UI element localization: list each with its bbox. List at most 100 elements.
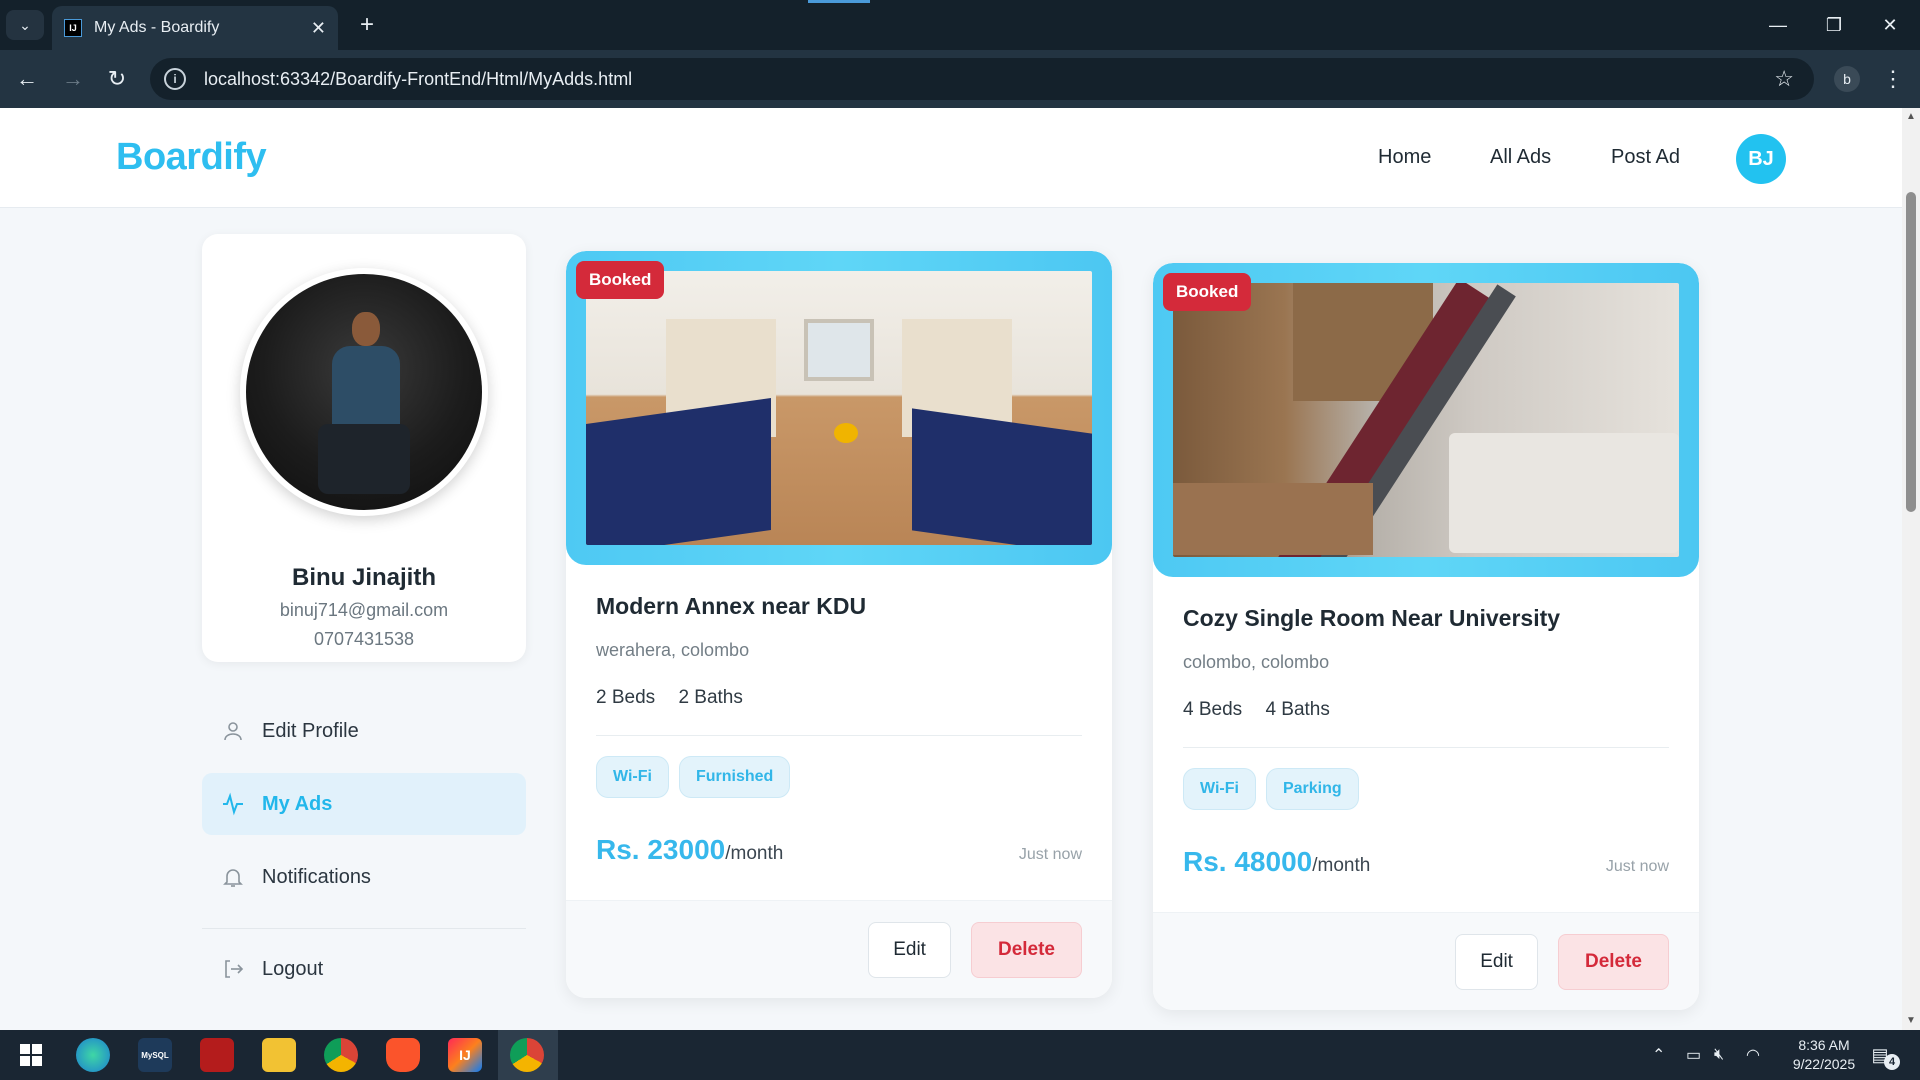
- nav-home-link[interactable]: Home: [1378, 146, 1431, 169]
- site-header: Boardify Home All Ads Post Ad BJ: [0, 108, 1902, 208]
- new-tab-plus-icon[interactable]: +: [352, 10, 382, 40]
- sidebar-item-edit-profile[interactable]: Edit Profile: [202, 700, 526, 762]
- delete-ad-button[interactable]: Delete: [1557, 933, 1669, 990]
- os-taskbar: MySQL IJ ⌃ ▭ 🔇︎ ◠ 8:36 AM 9/22/2025 ▤ 4: [0, 1030, 1920, 1080]
- tab-close-icon[interactable]: ✕: [311, 18, 326, 39]
- file-explorer-icon[interactable]: [262, 1038, 296, 1072]
- person-head: [352, 312, 380, 346]
- back-arrow-icon[interactable]: ←: [12, 64, 42, 94]
- room-window: [804, 319, 874, 381]
- chrome-profile-icon[interactable]: [510, 1038, 544, 1072]
- ad-body: Modern Annex near KDU werahera, colombo …: [566, 565, 1112, 866]
- taskbar-clock[interactable]: 8:36 AM 9/22/2025: [1776, 1036, 1872, 1074]
- ad-actions: Edit Delete: [1153, 912, 1699, 1010]
- ad-location: colombo, colombo: [1183, 652, 1330, 672]
- user-avatar[interactable]: BJ: [1736, 134, 1786, 184]
- logout-icon: [220, 956, 246, 982]
- ad-baths: 2 Baths: [678, 687, 743, 708]
- browser-menu-kebab-icon[interactable]: ⋮: [1880, 64, 1906, 94]
- sidebar-item-notifications[interactable]: Notifications: [202, 846, 526, 908]
- ad-price-row: Rs. 48000/month Just now: [1183, 846, 1669, 878]
- tab-search-chevron-down-icon[interactable]: ⌄: [6, 10, 44, 40]
- speaker-muted-icon[interactable]: 🔇︎: [1714, 1030, 1724, 1080]
- minimize-icon[interactable]: —: [1750, 0, 1806, 50]
- site-info-icon[interactable]: i: [164, 68, 186, 90]
- bell-icon: [220, 864, 246, 890]
- edge-browser-icon[interactable]: [76, 1038, 110, 1072]
- sidebar-item-logout[interactable]: Logout: [202, 938, 526, 1000]
- browser-tab-active[interactable]: IJ My Ads - Boardify ✕: [52, 6, 338, 50]
- nav-all-ads-link[interactable]: All Ads: [1490, 146, 1551, 169]
- user-icon: [220, 718, 246, 744]
- ad-card: Booked Cozy Single Room Near University …: [1153, 263, 1699, 1010]
- page-scrollbar[interactable]: ▲ ▼: [1902, 108, 1920, 1030]
- nav-post-ad-link[interactable]: Post Ad: [1611, 146, 1680, 169]
- ad-title[interactable]: Modern Annex near KDU: [596, 593, 1082, 620]
- brave-browser-icon[interactable]: [386, 1038, 420, 1072]
- room-bed: [1449, 433, 1679, 553]
- ad-divider: [1183, 747, 1669, 748]
- forward-arrow-icon[interactable]: →: [58, 64, 88, 94]
- clock-date: 9/22/2025: [1792, 1056, 1856, 1072]
- tray-chevron-up-icon[interactable]: ⌃: [1652, 1030, 1665, 1080]
- profile-phone: 0707431538: [313, 629, 415, 649]
- mysql-workbench-icon[interactable]: MySQL: [138, 1038, 172, 1072]
- room-desk: [1173, 483, 1373, 555]
- sidebar-item-label: Logout: [262, 957, 324, 980]
- profile-name: Binu Jinajith: [292, 564, 436, 591]
- intellij-idea-icon[interactable]: IJ: [448, 1038, 482, 1072]
- chrome-icon[interactable]: [324, 1038, 358, 1072]
- ad-tags: Wi-Fi Parking: [1183, 768, 1669, 810]
- ad-location: werahera, colombo: [596, 640, 750, 660]
- scrollbar-thumb[interactable]: [1906, 192, 1916, 512]
- wifi-icon[interactable]: ◠: [1746, 1030, 1760, 1080]
- windows-start-icon[interactable]: [14, 1038, 48, 1072]
- sidebar-item-label: Notifications: [262, 865, 371, 888]
- sidebar-item-label: Edit Profile: [262, 719, 359, 742]
- ad-image-room[interactable]: [586, 271, 1092, 545]
- ad-specs: 4 Beds 4 Baths: [1183, 699, 1669, 721]
- delete-ad-button[interactable]: Delete: [970, 921, 1082, 978]
- sidebar-item-my-ads[interactable]: My Ads: [202, 773, 526, 835]
- ad-price: Rs. 48000: [1183, 846, 1313, 877]
- ad-tags: Wi-Fi Furnished: [596, 756, 1082, 798]
- site-logo[interactable]: Boardify: [116, 136, 267, 179]
- notification-count-badge: 4: [1884, 1054, 1900, 1070]
- ad-image-frame: Booked: [566, 251, 1112, 565]
- edit-ad-button[interactable]: Edit: [868, 921, 951, 978]
- ad-card: Booked Modern Annex near KDU werahera, c…: [566, 251, 1112, 998]
- browser-titlebar: ⌄ IJ My Ads - Boardify ✕ + — ❐ ✕: [0, 0, 1920, 50]
- ad-beds: 2 Beds: [596, 687, 656, 708]
- ad-posted-time: Just now: [1605, 858, 1669, 875]
- sidebar-item-label: My Ads: [262, 792, 333, 815]
- battery-icon[interactable]: ▭: [1686, 1030, 1701, 1080]
- ad-image-room[interactable]: [1173, 283, 1679, 557]
- person-torso: [332, 346, 400, 432]
- ad-tag: Wi-Fi: [1183, 768, 1256, 810]
- ad-baths: 4 Baths: [1265, 699, 1330, 720]
- ad-price-period: /month: [1312, 855, 1371, 876]
- restore-icon[interactable]: ❐: [1806, 0, 1862, 50]
- scroll-down-arrow-icon[interactable]: ▼: [1905, 1014, 1917, 1026]
- url-text[interactable]: localhost:63342/Boardify-FrontEnd/Html/M…: [204, 69, 1774, 90]
- app-red-icon[interactable]: [200, 1038, 234, 1072]
- person-legs: [318, 424, 410, 494]
- tab-strip-indicator: [808, 0, 870, 3]
- ad-title[interactable]: Cozy Single Room Near University: [1183, 605, 1669, 632]
- scroll-up-arrow-icon[interactable]: ▲: [1905, 110, 1917, 122]
- clock-time: 8:36 AM: [1798, 1037, 1850, 1053]
- edit-ad-button[interactable]: Edit: [1455, 933, 1538, 990]
- profile-card: Binu Jinajith binuj714@gmail.com 0707431…: [202, 234, 526, 662]
- room-bed: [586, 397, 771, 545]
- ad-price-block: Rs. 23000/month: [596, 834, 783, 866]
- window-close-icon[interactable]: ✕: [1862, 0, 1918, 50]
- bookmark-star-icon[interactable]: ☆: [1774, 66, 1794, 92]
- reload-icon[interactable]: ↻: [102, 64, 132, 94]
- address-bar[interactable]: i localhost:63342/Boardify-FrontEnd/Html…: [150, 58, 1814, 100]
- ad-actions: Edit Delete: [566, 900, 1112, 998]
- ad-tag: Furnished: [678, 756, 791, 798]
- ad-price: Rs. 23000: [596, 834, 726, 865]
- browser-profile-avatar[interactable]: b: [1834, 66, 1860, 92]
- booked-badge: Booked: [1163, 273, 1252, 311]
- booked-badge: Booked: [576, 261, 665, 299]
